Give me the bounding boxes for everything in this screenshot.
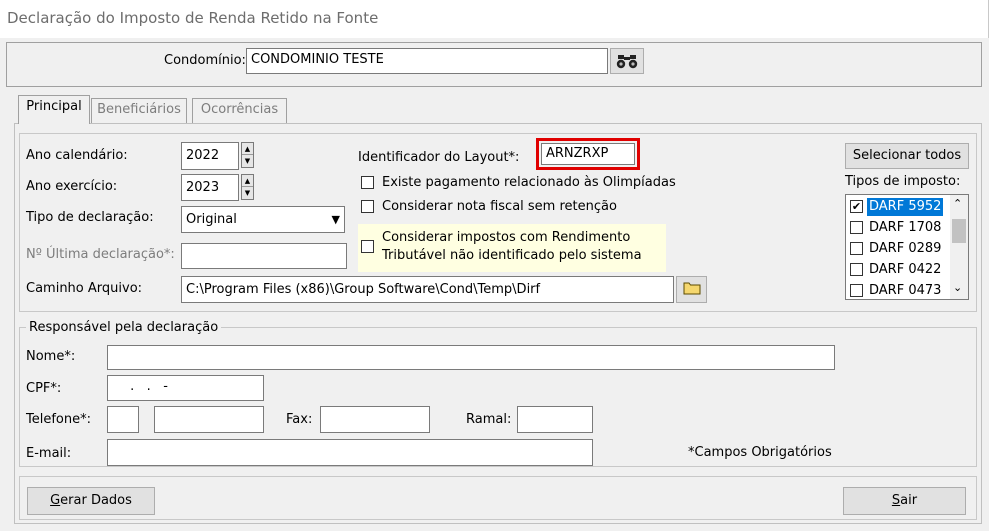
sair-mnemonic: S [891, 493, 901, 508]
binoculars-icon [616, 55, 638, 69]
tipo-declaracao-label: Tipo de declaração: [26, 210, 154, 225]
responsavel-group-label: Responsável pela declaração [26, 320, 222, 336]
darf-0473-checkbox[interactable] [850, 284, 863, 297]
darf-0289-label: DARF 0289 [869, 241, 942, 256]
sair-button[interactable]: Sair [843, 487, 966, 515]
spin-down-icon[interactable]: ▼ [242, 187, 253, 199]
folder-icon [683, 282, 700, 295]
tab-ocorrencias[interactable]: Ocorrências [192, 98, 287, 124]
footer-group [19, 476, 977, 520]
impostos-label-2: Tributável não identificado pelo sistema [382, 248, 642, 263]
list-item[interactable]: ✔ DARF 5952 [848, 197, 948, 217]
tab-beneficiarios[interactable]: Beneficiários [91, 98, 187, 124]
list-item[interactable]: DARF 0422 [848, 260, 948, 280]
list-item[interactable]: DARF 0473 [848, 281, 948, 299]
email-label: E-mail: [26, 446, 72, 461]
condominio-label: Condomínio: [164, 53, 246, 68]
list-item[interactable]: DARF 1708 [848, 218, 948, 238]
olimpiadas-checkbox[interactable] [361, 176, 374, 189]
list-item[interactable]: DARF 0289 [848, 239, 948, 259]
darf-1708-checkbox[interactable] [850, 221, 863, 234]
cpf-label: CPF*: [26, 381, 62, 396]
darf-0422-checkbox[interactable] [850, 263, 863, 276]
selecionar-todos-button[interactable]: Selecionar todos [845, 143, 969, 169]
telefone-ddd-field[interactable] [107, 406, 139, 433]
scroll-down-icon[interactable]: ⌄ [953, 281, 962, 294]
ano-calendario-label: Ano calendário: [26, 148, 128, 163]
caminho-field[interactable]: C:\Program Files (x86)\Group Software\Co… [181, 276, 674, 303]
telefone-label: Telefone*: [26, 412, 91, 427]
tipos-imposto-label: Tipos de imposto: [845, 174, 961, 189]
layout-field[interactable]: ARNZRXP [541, 143, 635, 165]
impostos-checkbox[interactable] [361, 240, 374, 253]
chevron-down-icon[interactable]: ▼ [332, 207, 340, 232]
tipo-declaracao-select[interactable]: Original ▼ [181, 206, 345, 233]
browse-folder-button[interactable] [676, 276, 707, 303]
ano-calendario-field[interactable]: 2022 [181, 142, 239, 170]
tipo-declaracao-value: Original [186, 212, 237, 227]
caminho-label: Caminho Arquivo: [26, 281, 143, 296]
impostos-label-1: Considerar impostos com Rendimento [382, 230, 631, 245]
nota-fiscal-checkbox[interactable] [361, 200, 374, 213]
nome-field[interactable] [107, 345, 835, 370]
ano-exercicio-spinner[interactable]: ▲ ▼ [241, 174, 254, 200]
ultima-declaracao-field[interactable] [181, 243, 347, 269]
fax-field[interactable] [320, 406, 430, 433]
scroll-up-icon[interactable]: ⌃ [953, 197, 962, 210]
spin-up-icon[interactable]: ▲ [242, 175, 253, 187]
gerar-dados-button[interactable]: Gerar Dados [27, 487, 155, 515]
ultima-declaracao-label: Nº Última declaração*: [26, 247, 175, 262]
condominio-field[interactable]: CONDOMINIO TESTE [246, 48, 608, 74]
cpf-field[interactable]: . . - [107, 375, 264, 401]
ramal-field[interactable] [517, 406, 593, 433]
telefone-numero-field[interactable] [154, 406, 264, 433]
list-scrollbar[interactable]: ⌃ ⌄ [950, 195, 968, 299]
ramal-label: Ramal: [466, 412, 512, 427]
gerar-dados-label: erar Dados [60, 493, 132, 508]
darf-0422-label: DARF 0422 [869, 262, 942, 277]
ano-exercicio-label: Ano exercício: [26, 179, 118, 194]
ano-calendario-spinner[interactable]: ▲ ▼ [241, 142, 254, 168]
darf-1708-label: DARF 1708 [869, 220, 942, 235]
darf-5952-checkbox[interactable]: ✔ [850, 200, 863, 213]
ano-exercicio-field[interactable]: 2023 [181, 174, 239, 201]
scroll-thumb[interactable] [952, 219, 966, 243]
window-title: Declaração do Imposto de Renda Retido na… [0, 0, 989, 38]
tab-principal[interactable]: Principal [18, 95, 90, 124]
nota-fiscal-label: Considerar nota fiscal sem retenção [382, 199, 617, 214]
search-button[interactable] [610, 48, 644, 74]
nome-label: Nome*: [26, 349, 76, 364]
spin-down-icon[interactable]: ▼ [242, 155, 253, 167]
tipos-imposto-list[interactable]: ✔ DARF 5952 DARF 1708 DARF 0289 DARF 042… [845, 194, 969, 300]
darf-0289-checkbox[interactable] [850, 242, 863, 255]
darf-5952-label: DARF 5952 [867, 198, 944, 216]
email-field[interactable] [107, 439, 593, 466]
olimpiadas-label: Existe pagamento relacionado às Olimpíad… [382, 175, 676, 190]
fax-label: Fax: [286, 412, 313, 427]
sair-label: air [900, 493, 918, 508]
darf-0473-label: DARF 0473 [869, 283, 942, 298]
campos-obrigatorios-note: *Campos Obrigatórios [688, 445, 832, 460]
gerar-dados-mnemonic: G [50, 493, 61, 508]
layout-label: Identificador do Layout*: [358, 150, 520, 165]
spin-up-icon[interactable]: ▲ [242, 143, 253, 155]
